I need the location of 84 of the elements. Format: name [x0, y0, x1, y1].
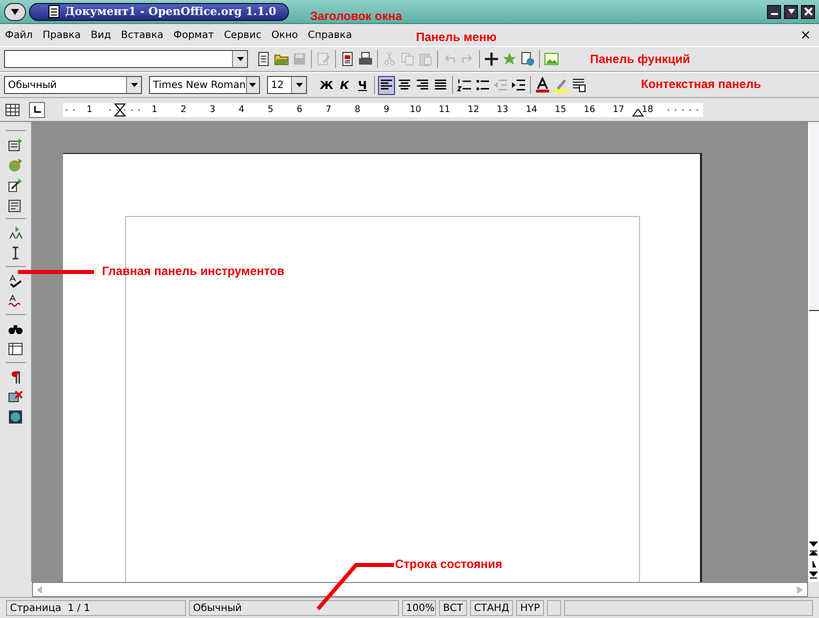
status-field: Страница 1 / 1: [6, 600, 186, 616]
clipboard-icon: [418, 51, 433, 67]
page-navigation-icon[interactable]: [809, 540, 818, 580]
paragraph-fill-icon: [571, 77, 586, 93]
menu-item[interactable]: Вид: [90, 30, 111, 40]
list-bullet-icon: [475, 77, 490, 93]
annotation-label: Заголовок окна: [310, 9, 402, 23]
list-numbered-icon: [457, 77, 472, 93]
crosshair-icon: [484, 51, 499, 67]
format-button[interactable]: [378, 76, 395, 94]
font-value: Times New Roman: [152, 80, 246, 90]
table-icon: [5, 102, 20, 118]
close-icon: [804, 7, 812, 16]
vertical-scrollbar[interactable]: [807, 122, 819, 582]
globe-icon: [8, 408, 23, 424]
spell-wave-icon: [8, 292, 23, 308]
document-list-icon: [256, 51, 271, 67]
caret-icon: [130, 83, 138, 87]
caret-icon: [10, 8, 20, 16]
font-name-dropdown[interactable]: Times New Roman: [149, 76, 260, 94]
menu-item[interactable]: Справка: [308, 30, 352, 40]
menu-item[interactable]: Формат: [173, 30, 214, 40]
caret-icon: [296, 83, 302, 87]
tab-stop-button[interactable]: [29, 102, 45, 118]
indent-more-icon: [511, 77, 526, 93]
printer-icon: [358, 51, 373, 67]
insert-frame-icon: [8, 136, 23, 152]
menu-item[interactable]: Окно: [271, 30, 298, 40]
maximize-button[interactable]: [784, 4, 798, 18]
maximize-icon: [786, 7, 796, 16]
url-field[interactable]: [4, 50, 248, 68]
indent-marker-icon[interactable]: [632, 108, 644, 116]
caret-icon: [249, 83, 256, 87]
caret-icon: [236, 57, 244, 61]
scroll-thumb[interactable]: [808, 122, 818, 311]
cross-mark-icon: [8, 388, 23, 404]
window-title: Документ1 - OpenOffice.org 1.1.0: [65, 5, 276, 18]
font-size-dropdown[interactable]: 12: [267, 76, 307, 94]
picture-icon: [544, 51, 559, 67]
style-value: Обычный: [7, 80, 58, 90]
pencil-page-icon: [316, 51, 331, 67]
indent-marker-icon[interactable]: [114, 102, 126, 116]
grid-icon: [8, 340, 23, 356]
menu-item[interactable]: Правка: [42, 30, 81, 40]
page-globe-icon: [520, 51, 535, 67]
spell-check-icon: [8, 272, 23, 288]
export-page-icon: [340, 51, 355, 67]
annotation-label: Строка состояния: [395, 557, 502, 571]
floppy-icon: [292, 51, 307, 67]
toolbar-button[interactable]: [519, 50, 536, 68]
annotation-label: Главная панель инструментов: [102, 264, 284, 278]
copy-icon: [400, 51, 415, 67]
minimize-button[interactable]: [767, 4, 781, 18]
close-button[interactable]: [801, 4, 815, 18]
status-field: ВСТ: [439, 600, 467, 616]
status-field: 100%: [402, 600, 436, 616]
window-menu-button[interactable]: [4, 2, 26, 20]
annotation-label: Контекстная панель: [641, 77, 761, 91]
menu-item[interactable]: Файл: [5, 30, 33, 40]
status-field: HYP: [516, 600, 544, 616]
close-document-button[interactable]: ×: [800, 28, 814, 42]
draw-icon: [8, 176, 23, 192]
chart-icon: [8, 156, 23, 172]
toolbar-button[interactable]: [483, 50, 500, 68]
indent-less-icon: [493, 77, 508, 93]
status-field: [546, 600, 561, 616]
scissors-icon: [382, 51, 397, 67]
paragraph-style-dropdown[interactable]: Обычный: [4, 76, 142, 94]
highlighter-icon: [553, 77, 568, 93]
annotation-label: Панель меню: [416, 30, 497, 44]
menu-item[interactable]: Вставка: [120, 30, 164, 40]
status-field: СТАНД: [470, 600, 514, 616]
status-field: Обычный: [189, 600, 399, 616]
format-button[interactable]: Ч: [354, 76, 371, 94]
format-button[interactable]: [534, 76, 551, 94]
format-button[interactable]: Ж: [318, 76, 335, 94]
size-value: 12: [270, 80, 285, 90]
annotation-label: Панель функций: [590, 52, 690, 66]
document-icon: [48, 5, 60, 18]
dropdown-button[interactable]: [232, 51, 247, 67]
menu-item[interactable]: Сервис: [224, 30, 262, 40]
format-button[interactable]: К: [336, 76, 353, 94]
font-color-icon: [535, 77, 550, 93]
tab-stop-icon: [32, 105, 42, 114]
